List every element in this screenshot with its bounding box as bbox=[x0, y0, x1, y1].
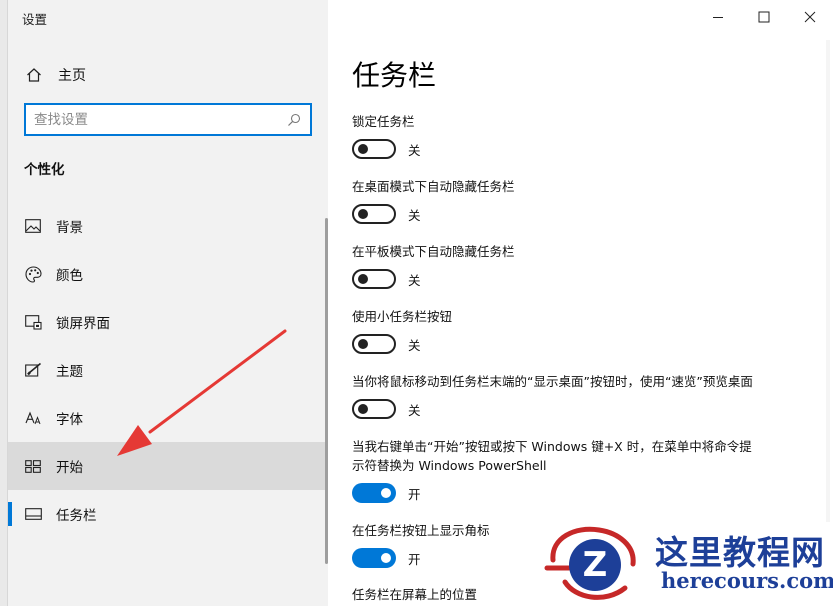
toggle-state: 开 bbox=[408, 551, 421, 567]
palette-icon bbox=[24, 265, 42, 283]
image-icon bbox=[24, 217, 42, 235]
sidebar-item-taskbar[interactable]: 任务栏 bbox=[8, 490, 328, 538]
setting-label-line-2: 示符替换为 Windows PowerShell bbox=[352, 458, 547, 473]
sidebar-item-lock-screen[interactable]: 锁屏界面 bbox=[8, 298, 328, 346]
search-icon bbox=[286, 112, 302, 128]
watermark-logo: Z bbox=[544, 526, 636, 600]
toggle-state: 关 bbox=[408, 272, 421, 288]
toggle-switch[interactable] bbox=[352, 548, 396, 568]
toggle-switch[interactable] bbox=[352, 269, 396, 289]
setting-label: 在桌面模式下自动隐藏任务栏 bbox=[352, 179, 515, 194]
home-icon bbox=[24, 65, 44, 85]
toggle-switch[interactable] bbox=[352, 139, 396, 159]
sidebar-item-fonts[interactable]: 字体 bbox=[8, 394, 328, 442]
watermark-english: herecours.com bbox=[661, 568, 833, 593]
toggle-knob bbox=[358, 209, 368, 219]
toggle-knob bbox=[381, 488, 391, 498]
sidebar-item-start[interactable]: 开始 bbox=[8, 442, 328, 490]
setting-autohide-tablet: 在平板模式下自动隐藏任务栏 关 bbox=[352, 242, 822, 289]
sidebar-scrollbar[interactable] bbox=[325, 218, 328, 564]
setting-label: 锁定任务栏 bbox=[352, 114, 415, 129]
toggle-state: 关 bbox=[408, 402, 421, 418]
toggle-switch[interactable] bbox=[352, 334, 396, 354]
setting-small-buttons: 使用小任务栏按钮 关 bbox=[352, 307, 822, 354]
app-title: 设置 bbox=[22, 12, 48, 27]
background-window-edge bbox=[0, 0, 8, 606]
search-box[interactable] bbox=[24, 103, 312, 136]
toggle-state: 开 bbox=[408, 486, 421, 502]
watermark: Z 这里教程网 herecours.com bbox=[543, 522, 833, 606]
toggle-switch[interactable] bbox=[352, 483, 396, 503]
home-label: 主页 bbox=[58, 68, 86, 84]
theme-brush-icon bbox=[24, 361, 42, 379]
main-scrollbar[interactable] bbox=[826, 40, 830, 596]
toggle-knob bbox=[381, 553, 391, 563]
sidebar-item-label: 字体 bbox=[56, 412, 83, 428]
start-grid-icon bbox=[24, 457, 42, 475]
section-title: 个性化 bbox=[24, 162, 65, 178]
watermark-logo-letter: Z bbox=[583, 545, 608, 585]
toggle-switch[interactable] bbox=[352, 204, 396, 224]
toggle-state: 关 bbox=[408, 337, 421, 353]
sidebar-item-label: 主题 bbox=[56, 364, 83, 380]
setting-label: 使用小任务栏按钮 bbox=[352, 309, 453, 324]
sidebar-item-label: 任务栏 bbox=[56, 508, 97, 524]
font-icon bbox=[24, 409, 42, 427]
window-controls bbox=[695, 0, 833, 34]
sidebar-item-label: 背景 bbox=[56, 220, 83, 236]
sidebar-nav: 背景 颜色 锁屏界面 主题 字体 开始 任务栏 bbox=[8, 202, 328, 538]
search-input[interactable] bbox=[34, 111, 286, 128]
setting-peek-desktop: 当你将鼠标移动到任务栏末端的“显示桌面”按钮时，使用“速览”预览桌面 关 bbox=[352, 372, 822, 419]
close-button[interactable] bbox=[787, 0, 833, 34]
setting-lock-taskbar: 锁定任务栏 关 bbox=[352, 112, 822, 159]
toggle-knob bbox=[358, 274, 368, 284]
taskbar-icon bbox=[24, 505, 42, 523]
selection-indicator bbox=[8, 502, 12, 526]
home-link[interactable]: 主页 bbox=[24, 60, 86, 90]
minimize-button[interactable] bbox=[695, 0, 741, 34]
sidebar-item-label: 开始 bbox=[56, 460, 83, 476]
maximize-icon bbox=[758, 11, 770, 23]
setting-label: 在平板模式下自动隐藏任务栏 bbox=[352, 244, 515, 259]
close-icon bbox=[804, 11, 816, 23]
toggle-knob bbox=[358, 404, 368, 414]
setting-label: 当你将鼠标移动到任务栏末端的“显示桌面”按钮时，使用“速览”预览桌面 bbox=[352, 374, 753, 389]
sidebar-item-label: 锁屏界面 bbox=[56, 316, 110, 332]
toggle-knob bbox=[358, 144, 368, 154]
sidebar-item-colors[interactable]: 颜色 bbox=[8, 250, 328, 298]
sidebar-item-themes[interactable]: 主题 bbox=[8, 346, 328, 394]
toggle-state: 关 bbox=[408, 207, 421, 223]
watermark-chinese: 这里教程网 bbox=[655, 533, 825, 572]
toggle-switch[interactable] bbox=[352, 399, 396, 419]
lock-screen-icon bbox=[24, 313, 42, 331]
page-title: 任务栏 bbox=[352, 59, 437, 92]
setting-powershell: 当我右键单击“开始”按钮或按下 Windows 键+X 时，在菜单中将命令提 示… bbox=[352, 437, 822, 503]
sidebar-item-background[interactable]: 背景 bbox=[8, 202, 328, 250]
minimize-icon bbox=[713, 17, 723, 18]
setting-autohide-desktop: 在桌面模式下自动隐藏任务栏 关 bbox=[352, 177, 822, 224]
sidebar-item-label: 颜色 bbox=[56, 268, 83, 284]
setting-label-line-1: 当我右键单击“开始”按钮或按下 Windows 键+X 时，在菜单中将命令提 bbox=[352, 439, 752, 454]
maximize-button[interactable] bbox=[741, 0, 787, 34]
toggle-state: 关 bbox=[408, 142, 421, 158]
sidebar: 设置 主页 个性化 背景 颜色 锁屏界面 bbox=[8, 0, 328, 606]
toggle-knob bbox=[358, 339, 368, 349]
